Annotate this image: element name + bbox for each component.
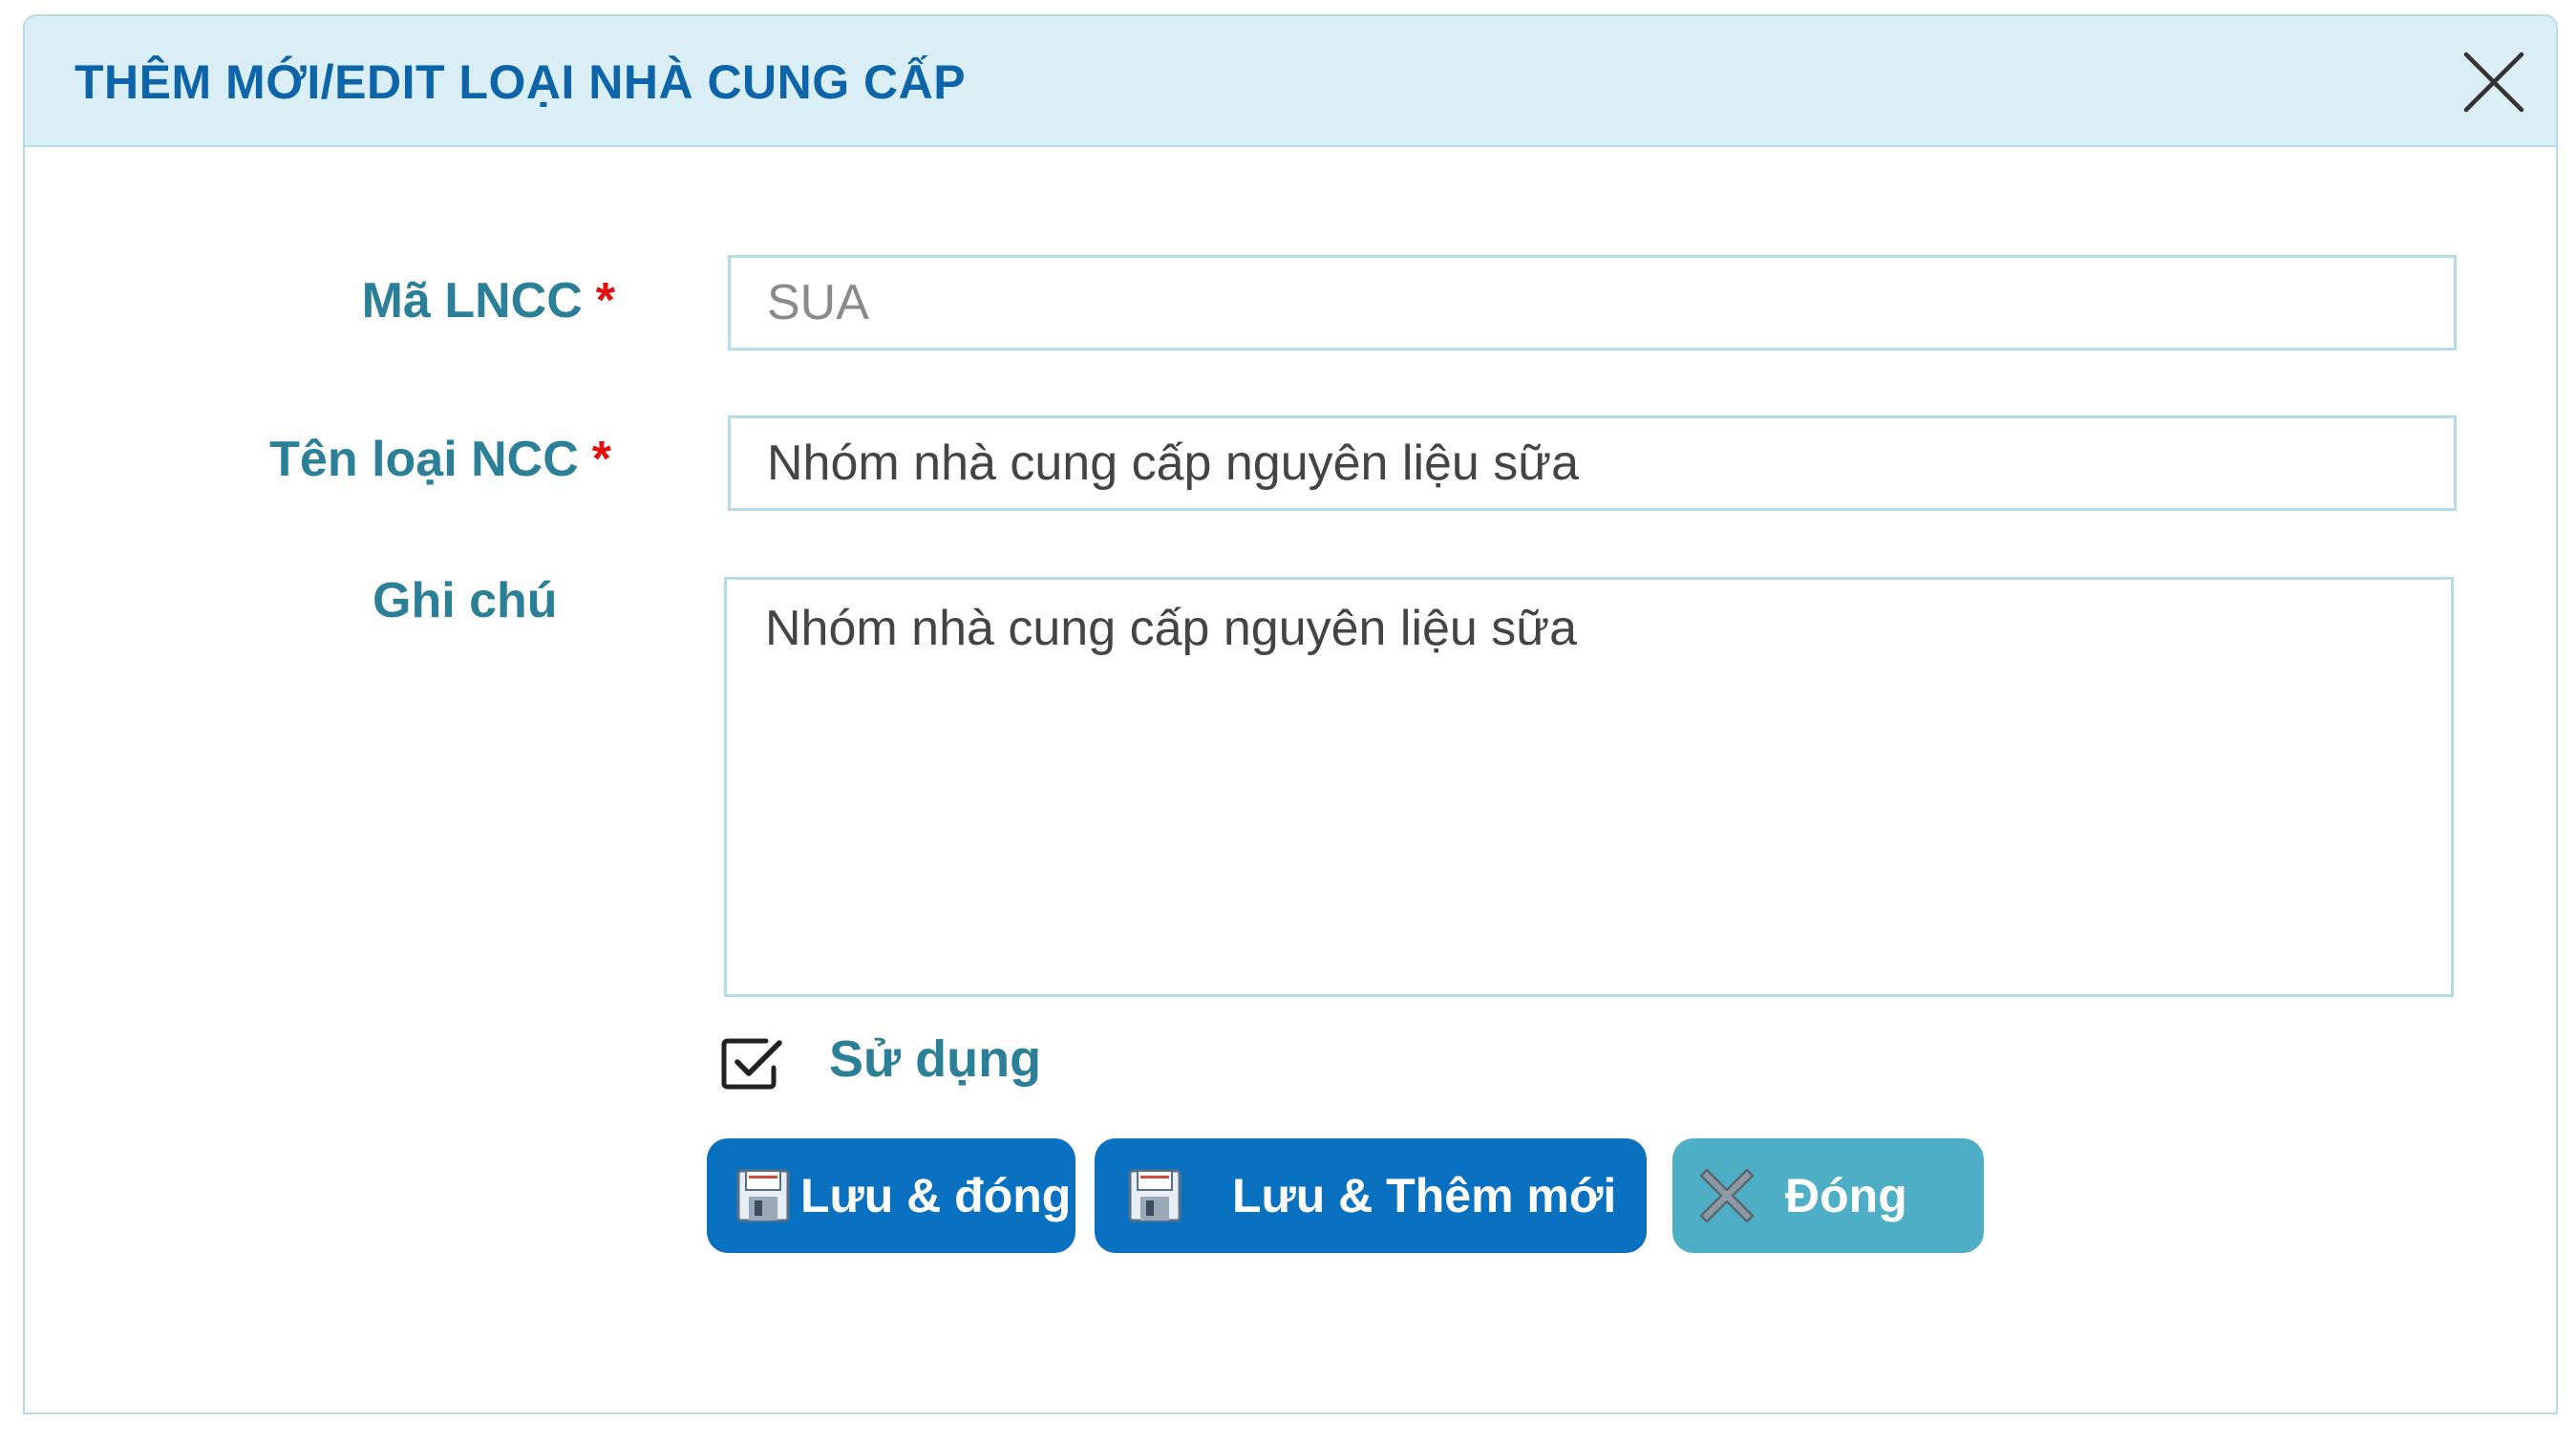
save-new-button[interactable]: Lưu & Thêm mới: [1095, 1138, 1647, 1253]
cancel-button[interactable]: Đóng: [1672, 1138, 1984, 1253]
close-icon: [2463, 52, 2524, 113]
name-label-row: Tên loại NCC *: [269, 431, 611, 488]
close-dialog-button[interactable]: [2460, 49, 2527, 116]
required-mark: *: [591, 432, 611, 487]
in-use-checkbox[interactable]: [720, 1035, 789, 1091]
name-input[interactable]: [728, 415, 2457, 511]
code-label-row: Mã LNCC *: [362, 272, 615, 329]
floppy-disk-icon: [736, 1169, 790, 1222]
cancel-label: Đóng: [1785, 1169, 1907, 1222]
save-close-label: Lưu & đóng: [800, 1169, 1072, 1222]
x-icon: [1699, 1168, 1755, 1223]
floppy-disk-icon: [1128, 1169, 1182, 1222]
note-textarea[interactable]: Nhóm nhà cung cấp nguyên liệu sữa: [724, 577, 2454, 997]
save-new-label: Lưu & Thêm mới: [1232, 1169, 1617, 1222]
code-input[interactable]: [728, 255, 2457, 350]
save-close-button[interactable]: Lưu & đóng: [707, 1138, 1075, 1253]
checkbox-checked-icon: [721, 1038, 782, 1090]
note-label: Ghi chú: [373, 573, 558, 628]
in-use-label: Sử dụng: [829, 1030, 1042, 1088]
dialog-title: THÊM MỚI/EDIT LOẠI NHÀ CUNG CẤP: [75, 55, 967, 109]
required-mark: *: [595, 273, 615, 329]
name-label: Tên loại NCC: [269, 432, 579, 487]
code-label: Mã LNCC: [361, 273, 583, 329]
dialog-header: THÊM MỚI/EDIT LOẠI NHÀ CUNG CẤP: [25, 16, 2556, 147]
edit-supplier-type-dialog: THÊM MỚI/EDIT LOẠI NHÀ CUNG CẤP Mã LNCC *…: [23, 14, 2558, 1414]
